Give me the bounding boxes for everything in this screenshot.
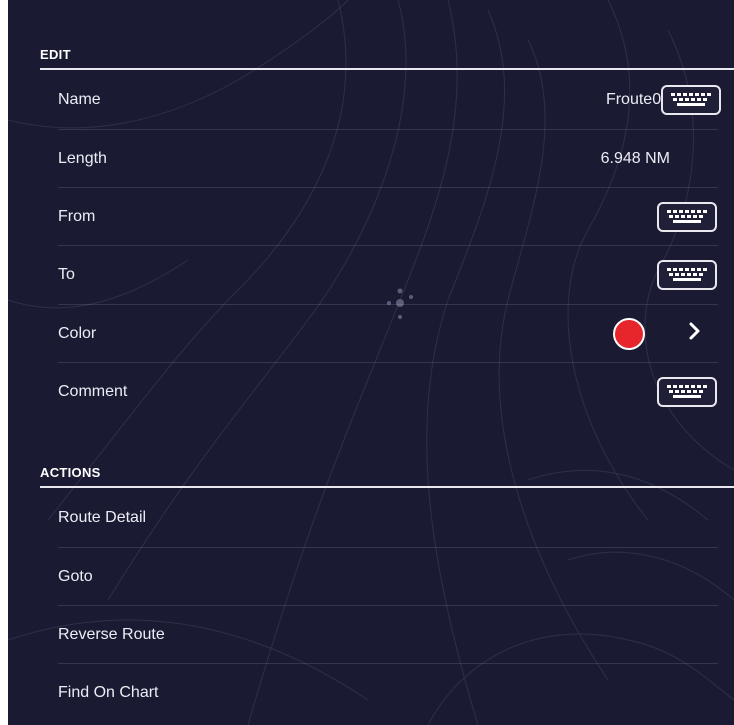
- keyboard-icon[interactable]: [657, 260, 717, 290]
- action-label: Route Detail: [58, 509, 147, 526]
- comment-label: Comment: [58, 383, 128, 400]
- to-row[interactable]: To: [40, 246, 734, 304]
- keyboard-icon[interactable]: [657, 377, 717, 407]
- length-value: 6.948 NM: [600, 150, 670, 167]
- from-label: From: [58, 208, 96, 225]
- edit-section-header: EDIT: [40, 47, 71, 62]
- route-edit-panel: EDIT Name Froute02 Length 6.948 NM From: [8, 0, 734, 725]
- name-label: Name: [58, 91, 101, 108]
- action-find-on-chart[interactable]: Find On Chart: [40, 664, 734, 722]
- action-reverse-route[interactable]: Reverse Route: [40, 606, 734, 664]
- action-label: Goto: [58, 568, 93, 585]
- from-row[interactable]: From: [40, 188, 734, 246]
- action-label: Find On Chart: [58, 684, 159, 701]
- length-row: Length 6.948 NM: [40, 130, 734, 188]
- action-label: Reverse Route: [58, 626, 165, 643]
- actions-section-rule: [40, 486, 734, 488]
- chevron-right-icon[interactable]: [688, 320, 702, 348]
- color-swatch[interactable]: [613, 318, 645, 350]
- comment-row[interactable]: Comment: [40, 363, 734, 421]
- edit-section-rule: [40, 68, 734, 70]
- action-goto[interactable]: Goto: [40, 548, 734, 606]
- color-label: Color: [58, 325, 97, 342]
- length-label: Length: [58, 150, 107, 167]
- keyboard-icon[interactable]: [657, 202, 717, 232]
- action-route-detail[interactable]: Route Detail: [40, 489, 734, 547]
- actions-section-header: ACTIONS: [40, 465, 101, 480]
- to-label: To: [58, 266, 75, 283]
- name-row[interactable]: Name Froute02: [40, 71, 734, 129]
- color-row[interactable]: Color: [40, 305, 734, 363]
- keyboard-icon[interactable]: [661, 85, 721, 115]
